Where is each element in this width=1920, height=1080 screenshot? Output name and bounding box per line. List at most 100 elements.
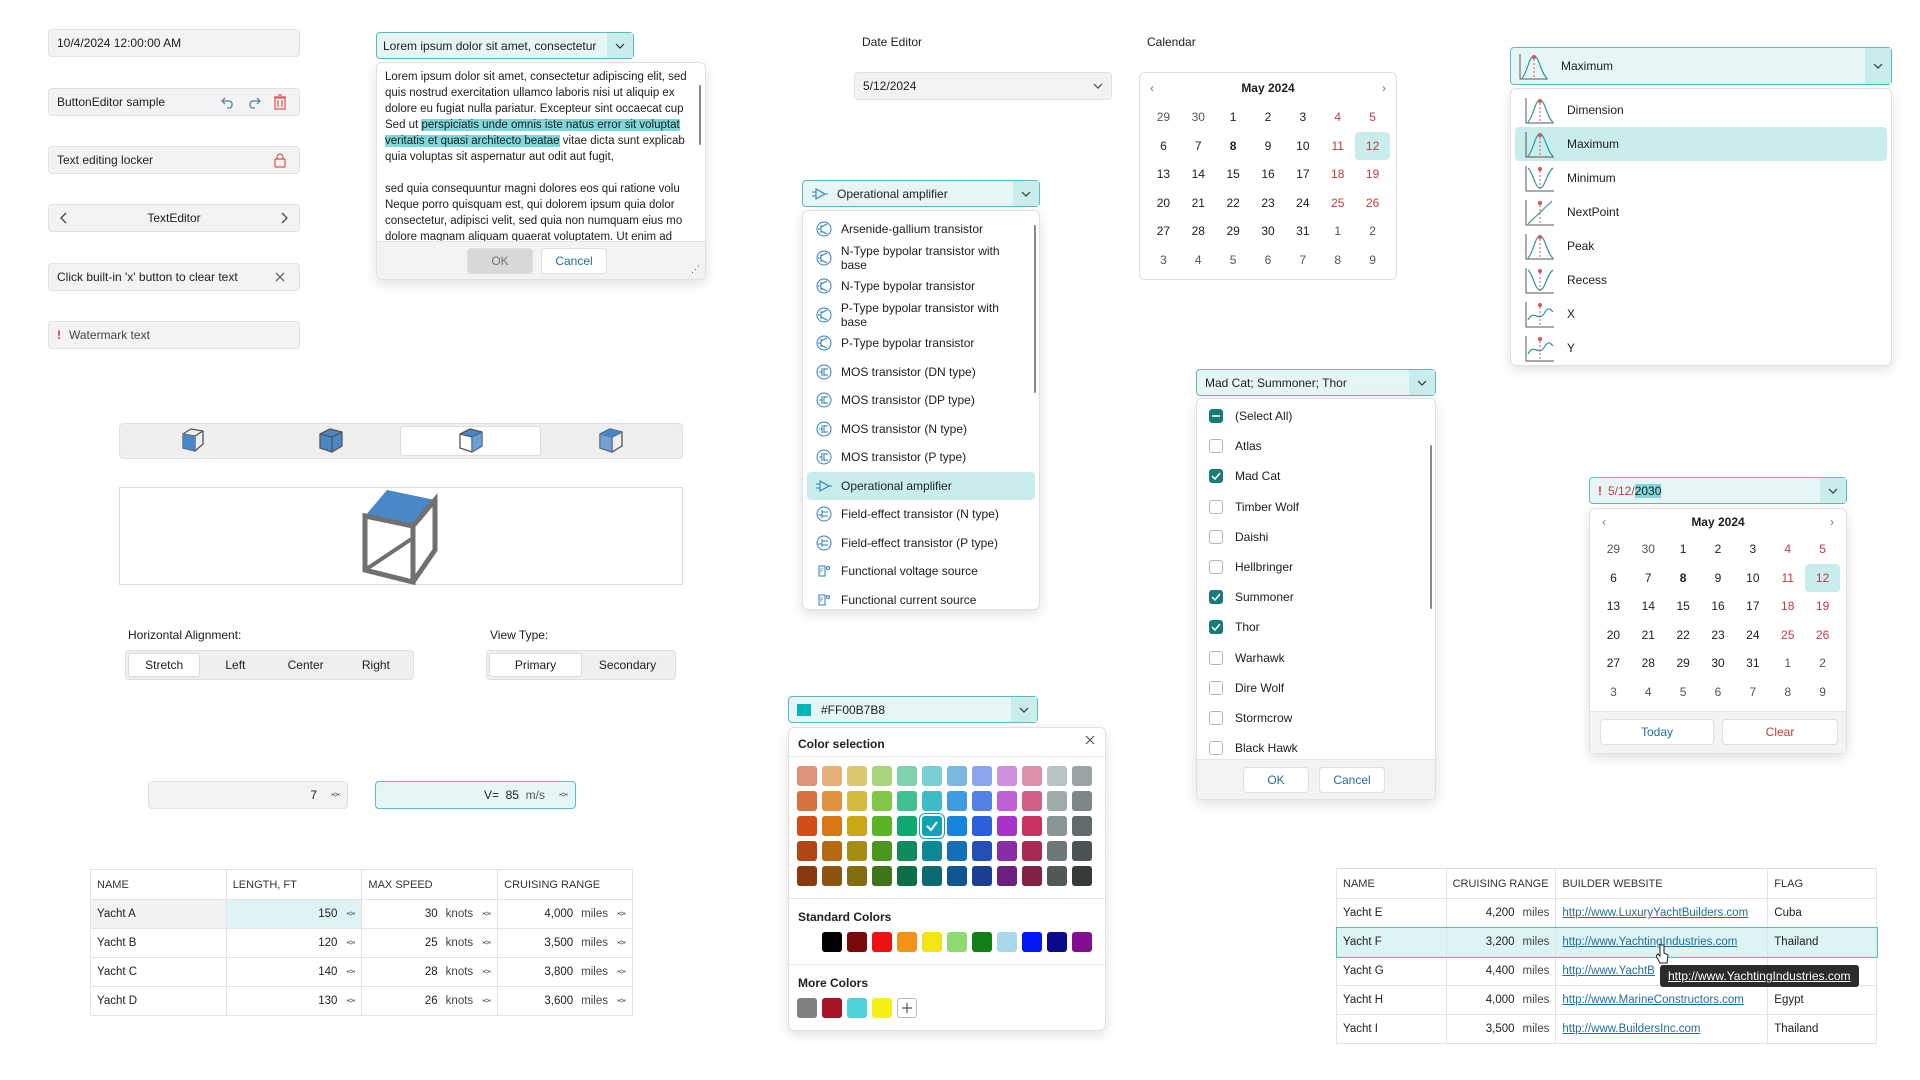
website-link[interactable]: http://www.BuildersInc.com <box>1562 1023 1700 1035</box>
column-header[interactable]: CRUISING RANGE <box>497 869 633 900</box>
text-editor-nav[interactable]: TextEditor <box>48 204 300 232</box>
cell-length[interactable]: 120 ︿ ﹀ <box>225 928 363 958</box>
undo-icon[interactable] <box>217 91 239 113</box>
standard-color-swatch[interactable] <box>872 932 892 952</box>
chevron-right-icon[interactable]: › <box>1830 515 1834 529</box>
calendar-day[interactable]: 9 <box>1701 564 1736 593</box>
color-swatch[interactable] <box>997 841 1017 861</box>
calendar-day[interactable]: 1 <box>1216 103 1251 132</box>
spin-arrows-icon[interactable]: ︿ ﹀ <box>481 993 491 1008</box>
calendar-day[interactable]: 30 <box>1631 535 1666 564</box>
website-link[interactable]: http://www.YachtB <box>1562 965 1654 977</box>
color-swatch[interactable] <box>847 766 867 786</box>
list-item[interactable]: NextPoint <box>1515 195 1887 229</box>
checkbox-icon[interactable] <box>1209 620 1223 635</box>
calendar-day[interactable]: 6 <box>1596 564 1631 593</box>
column-header[interactable]: FLAG <box>1767 868 1877 899</box>
calendar-day[interactable]: 15 <box>1666 592 1701 621</box>
datetime-editor[interactable]: 10/4/2024 12:00:00 AM <box>48 29 300 57</box>
calendar-day[interactable]: 3 <box>1596 678 1631 707</box>
cell-name[interactable]: Yacht B <box>90 928 227 958</box>
color-swatch[interactable] <box>847 866 867 886</box>
checklist-cancel-button[interactable]: Cancel <box>1319 767 1385 793</box>
standard-color-swatch[interactable] <box>972 932 992 952</box>
color-swatch[interactable] <box>822 866 842 886</box>
color-swatch[interactable] <box>1047 866 1067 886</box>
color-swatch[interactable] <box>872 841 892 861</box>
calendar-day[interactable]: 29 <box>1596 535 1631 564</box>
calendar-day[interactable]: 17 <box>1735 592 1770 621</box>
chevron-down-icon[interactable] <box>1011 697 1037 722</box>
memo-editor[interactable]: Lorem ipsum dolor sit amet, consectetur <box>376 32 634 59</box>
calendar-day[interactable]: 27 <box>1146 217 1181 246</box>
cell-flag[interactable]: Thailand <box>1767 1014 1877 1044</box>
button-editor[interactable]: ButtonEditor sample <box>48 88 300 116</box>
list-item[interactable]: Y <box>1515 331 1887 365</box>
checklist-item[interactable]: Hellbringer <box>1201 552 1431 582</box>
checklist-item[interactable]: Timber Wolf <box>1201 492 1431 522</box>
memo-text[interactable]: Lorem ipsum dolor sit amet, consectetur … <box>385 69 697 241</box>
calendar-day[interactable]: 4 <box>1181 246 1216 275</box>
calendar-day[interactable]: 14 <box>1181 160 1216 189</box>
close-icon[interactable] <box>269 266 291 288</box>
table-row[interactable]: Yacht E 4,200 miles http://www.LuxuryYachtB… <box>1336 898 1877 928</box>
calendar-day[interactable]: 12 <box>1355 131 1390 160</box>
cell-range[interactable]: 3,200 miles <box>1445 927 1557 957</box>
column-header[interactable]: CRUISING RANGE <box>1445 868 1557 899</box>
chevron-down-icon[interactable] <box>1409 370 1435 395</box>
chevron-right-icon[interactable] <box>273 207 295 229</box>
chevron-left-icon[interactable]: ‹ <box>1150 81 1154 95</box>
segment-option[interactable]: Secondary <box>582 653 673 677</box>
add-color-icon[interactable] <box>897 998 917 1018</box>
color-swatch[interactable] <box>997 816 1017 836</box>
cell-speed[interactable]: 25 knots ︿ ﹀ <box>361 928 499 958</box>
calendar-day[interactable]: 27 <box>1596 649 1631 678</box>
calendar-day[interactable]: 11 <box>1770 564 1805 593</box>
checklist-ok-button[interactable]: OK <box>1243 767 1309 793</box>
spin-arrows-icon[interactable]: ︿ ﹀ <box>481 964 491 979</box>
list-item[interactable]: MOS transistor (P type) <box>807 443 1035 472</box>
cell-length[interactable]: 150 ︿ ﹀ <box>225 899 363 929</box>
calendar-day[interactable]: 25 <box>1770 621 1805 650</box>
calendar-day[interactable]: 30 <box>1701 649 1736 678</box>
cell-flag[interactable]: Egypt <box>1767 985 1877 1015</box>
peak-combo[interactable]: Maximum <box>1510 47 1892 85</box>
calendar-day[interactable]: 2 <box>1355 217 1390 246</box>
cube-top-button[interactable] <box>400 426 541 456</box>
calendar-day[interactable]: 13 <box>1146 160 1181 189</box>
column-header[interactable]: MAX SPEED <box>361 869 499 900</box>
color-swatch[interactable] <box>872 766 892 786</box>
calendar-day[interactable]: 1 <box>1666 535 1701 564</box>
calendar-day[interactable]: 23 <box>1701 621 1736 650</box>
calendar-day[interactable]: 8 <box>1666 564 1701 593</box>
spin-arrows-icon[interactable]: ︿ ﹀ <box>345 935 355 950</box>
scrollbar[interactable] <box>1034 225 1036 393</box>
color-editor[interactable]: #FF00B7B8 <box>788 696 1038 723</box>
calendar-day[interactable]: 9 <box>1355 246 1390 275</box>
cell-length[interactable]: 140 ︿ ﹀ <box>225 957 363 987</box>
cell-name[interactable]: Yacht I <box>1336 1014 1447 1044</box>
cube-right-button[interactable] <box>541 426 680 456</box>
calendar-day[interactable]: 19 <box>1355 160 1390 189</box>
chevron-down-icon[interactable] <box>1865 48 1891 84</box>
color-swatch[interactable] <box>972 866 992 886</box>
calendar-day[interactable]: 22 <box>1666 621 1701 650</box>
color-swatch[interactable] <box>922 791 942 811</box>
calendar-day[interactable]: 7 <box>1285 246 1320 275</box>
cell-speed[interactable]: 30 knots ︿ ﹀ <box>361 899 499 929</box>
color-swatch[interactable] <box>922 766 942 786</box>
checkbox-icon[interactable] <box>1209 560 1223 575</box>
calendar-day[interactable]: 20 <box>1596 621 1631 650</box>
spin-arrows-icon[interactable]: ︿ ﹀ <box>616 935 626 950</box>
color-swatch[interactable] <box>847 816 867 836</box>
spin-arrows-icon[interactable]: ︿ ﹀ <box>345 993 355 1008</box>
checklist-item[interactable]: Summoner <box>1201 582 1431 612</box>
table-row[interactable]: Yacht F 3,200 miles http://www.YachtingIndu… <box>1335 926 1878 958</box>
segment-option[interactable]: Right <box>341 653 411 677</box>
calendar-day[interactable]: 12 <box>1805 563 1840 592</box>
calendar-day[interactable]: 5 <box>1216 246 1251 275</box>
calendar-day[interactable]: 31 <box>1735 649 1770 678</box>
color-swatch[interactable] <box>972 766 992 786</box>
color-swatch[interactable] <box>872 816 892 836</box>
checklist-item[interactable]: Warhawk <box>1201 643 1431 673</box>
